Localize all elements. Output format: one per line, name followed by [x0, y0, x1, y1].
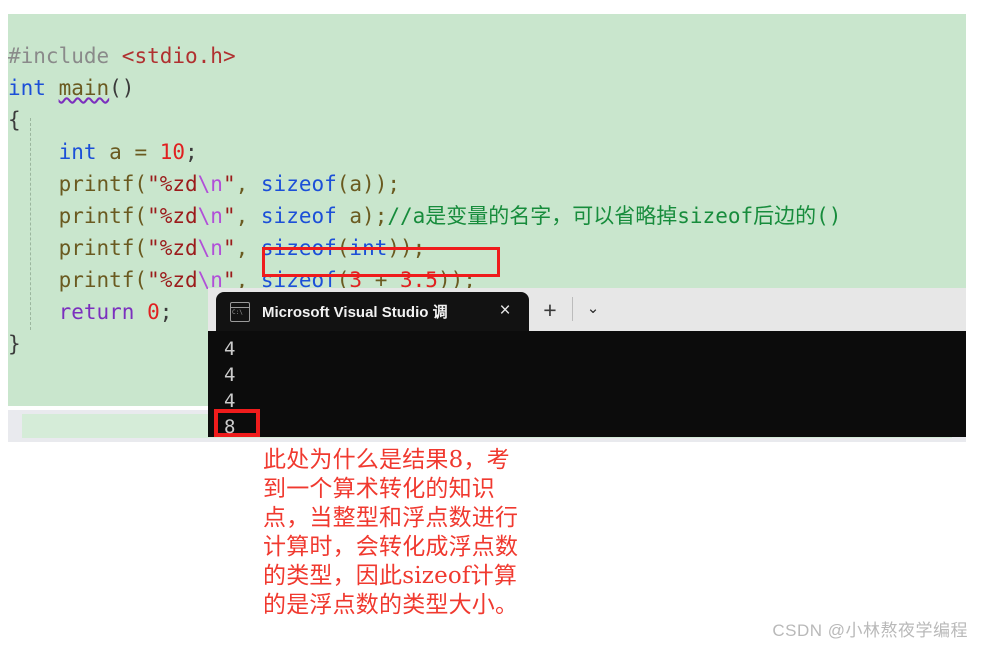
code-token: , — [235, 172, 261, 196]
code-token: (a)); — [336, 172, 400, 196]
code-token: return — [58, 300, 135, 324]
console-output-line: 8 — [224, 416, 236, 438]
code-token: #include — [8, 44, 122, 68]
code-token: "%zd — [147, 236, 198, 260]
tabbar-divider — [572, 297, 573, 321]
code-token: , — [235, 236, 261, 260]
code-token: printf( — [8, 172, 148, 196]
code-token: <stdio.h> — [121, 44, 236, 68]
console-output-line: 4 — [224, 390, 236, 412]
code-token: "%zd — [147, 172, 198, 196]
console-window[interactable]: Microsoft Visual Studio 调试控 × + ⌄ 4 4 4 8 — [208, 288, 966, 438]
csdn-watermark: CSDN @小林熬夜学编程 — [772, 621, 968, 640]
console-tab-title: Microsoft Visual Studio 调试控 — [262, 304, 447, 321]
code-token: \n — [197, 236, 223, 260]
code-token: printf( — [8, 268, 148, 292]
code-token: main — [58, 76, 110, 100]
code-line: printf("%zd\n", sizeof a);//a是变量的名字，可以省略… — [8, 200, 842, 232]
code-token: \n — [197, 172, 223, 196]
code-token: sizeof — [260, 172, 337, 196]
code-token: //a是变量的名字，可以省略掉sizeof后边的() — [387, 204, 842, 228]
annotation-line: 的是浮点数的类型大小。 — [263, 592, 519, 618]
code-token: int — [8, 76, 59, 100]
code-line: int main() — [8, 72, 134, 104]
code-line: } — [8, 328, 21, 360]
annotation-line: 点，当整型和浮点数进行 — [263, 505, 519, 531]
code-token: 0 — [147, 300, 160, 324]
code-token: printf( — [8, 236, 148, 260]
console-output-line: 4 — [224, 338, 236, 360]
console-icon — [230, 301, 250, 322]
code-token: ; — [185, 140, 198, 164]
code-line: printf("%zd\n", sizeof(a)); — [8, 168, 400, 200]
chevron-down-icon[interactable]: ⌄ — [580, 296, 606, 322]
code-token: "%zd — [147, 204, 198, 228]
close-icon[interactable]: × — [495, 301, 515, 321]
code-line: int a = 10; — [8, 136, 198, 168]
code-token: int — [58, 140, 97, 164]
code-token: " — [222, 172, 236, 196]
console-output[interactable]: 4 4 4 8 — [208, 331, 966, 438]
code-token: printf( — [8, 204, 148, 228]
annotation-line: 此处为什么是结果8，考 — [263, 447, 510, 473]
code-highlight-box — [262, 247, 500, 277]
new-tab-button[interactable]: + — [538, 298, 562, 322]
annotation-line: 的类型，因此sizeof计算 — [263, 563, 518, 589]
console-output-line: 4 — [224, 364, 236, 386]
code-token: { — [8, 108, 21, 132]
code-token: "%zd — [147, 268, 198, 292]
code-line: return 0; — [8, 296, 173, 328]
console-tab[interactable]: Microsoft Visual Studio 调试控 × — [216, 292, 529, 331]
code-token: () — [109, 76, 135, 100]
code-token: sizeof — [260, 204, 337, 228]
code-line: #include <stdio.h> — [8, 40, 236, 72]
code-token: } — [8, 332, 21, 356]
code-line: { — [8, 104, 21, 136]
code-token: a); — [336, 204, 388, 228]
code-token: , — [235, 204, 261, 228]
code-token: ; — [159, 300, 173, 324]
code-token: " — [222, 236, 236, 260]
code-token: 10 — [159, 140, 186, 164]
annotation-line: 到一个算术转化的知识 — [263, 476, 495, 502]
console-tab-bar[interactable]: Microsoft Visual Studio 调试控 × + ⌄ — [208, 288, 966, 331]
code-token: \n — [197, 204, 223, 228]
annotation-text: 此处为什么是结果8，考 到一个算术转化的知识 点，当整型和浮点数进行 计算时，会转化成… — [263, 446, 593, 620]
code-token: " — [222, 204, 236, 228]
console-highlight-box — [214, 409, 260, 437]
code-token: a = — [96, 140, 160, 164]
annotation-line: 计算时，会转化成浮点数 — [263, 534, 519, 560]
